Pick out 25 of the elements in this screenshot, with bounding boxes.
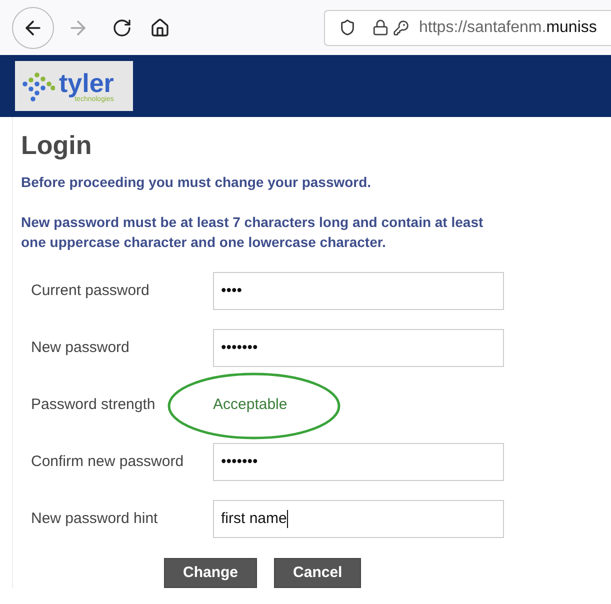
dots-logo-icon [21,70,55,102]
page-title: Login [21,129,93,161]
notice-text: Before proceeding you must change your password. [21,173,372,191]
input-field[interactable]: first name [213,500,504,538]
input-field[interactable]: ••••••• [213,443,504,481]
form-button[interactable]: Change [164,558,258,588]
rules-text: New password must be at least 7 characters long and contain at least one uppercase character and one lowercase character. [21,213,484,252]
url-text: https://santafenm.muniss [419,18,597,38]
lock-icon [372,19,389,36]
field-label: Password strength [31,394,156,415]
field-label: Confirm new password [31,452,185,472]
key-icon [393,20,409,36]
strength-value: Acceptable [213,394,288,415]
field-label: New password hint [31,508,159,529]
back-button[interactable] [12,6,54,48]
field-label: New password [31,338,130,358]
form-button[interactable]: Cancel [274,558,362,588]
field-label: Current password [31,280,150,301]
shield-icon [339,19,356,36]
address-bar[interactable]: https://santafenm.muniss [324,10,611,46]
logo-wordmark: tyler [59,70,114,96]
home-icon [150,18,170,38]
input-field[interactable]: ••••••• [213,329,504,367]
reload-icon [112,18,132,38]
input-field[interactable]: •••• [213,272,504,310]
